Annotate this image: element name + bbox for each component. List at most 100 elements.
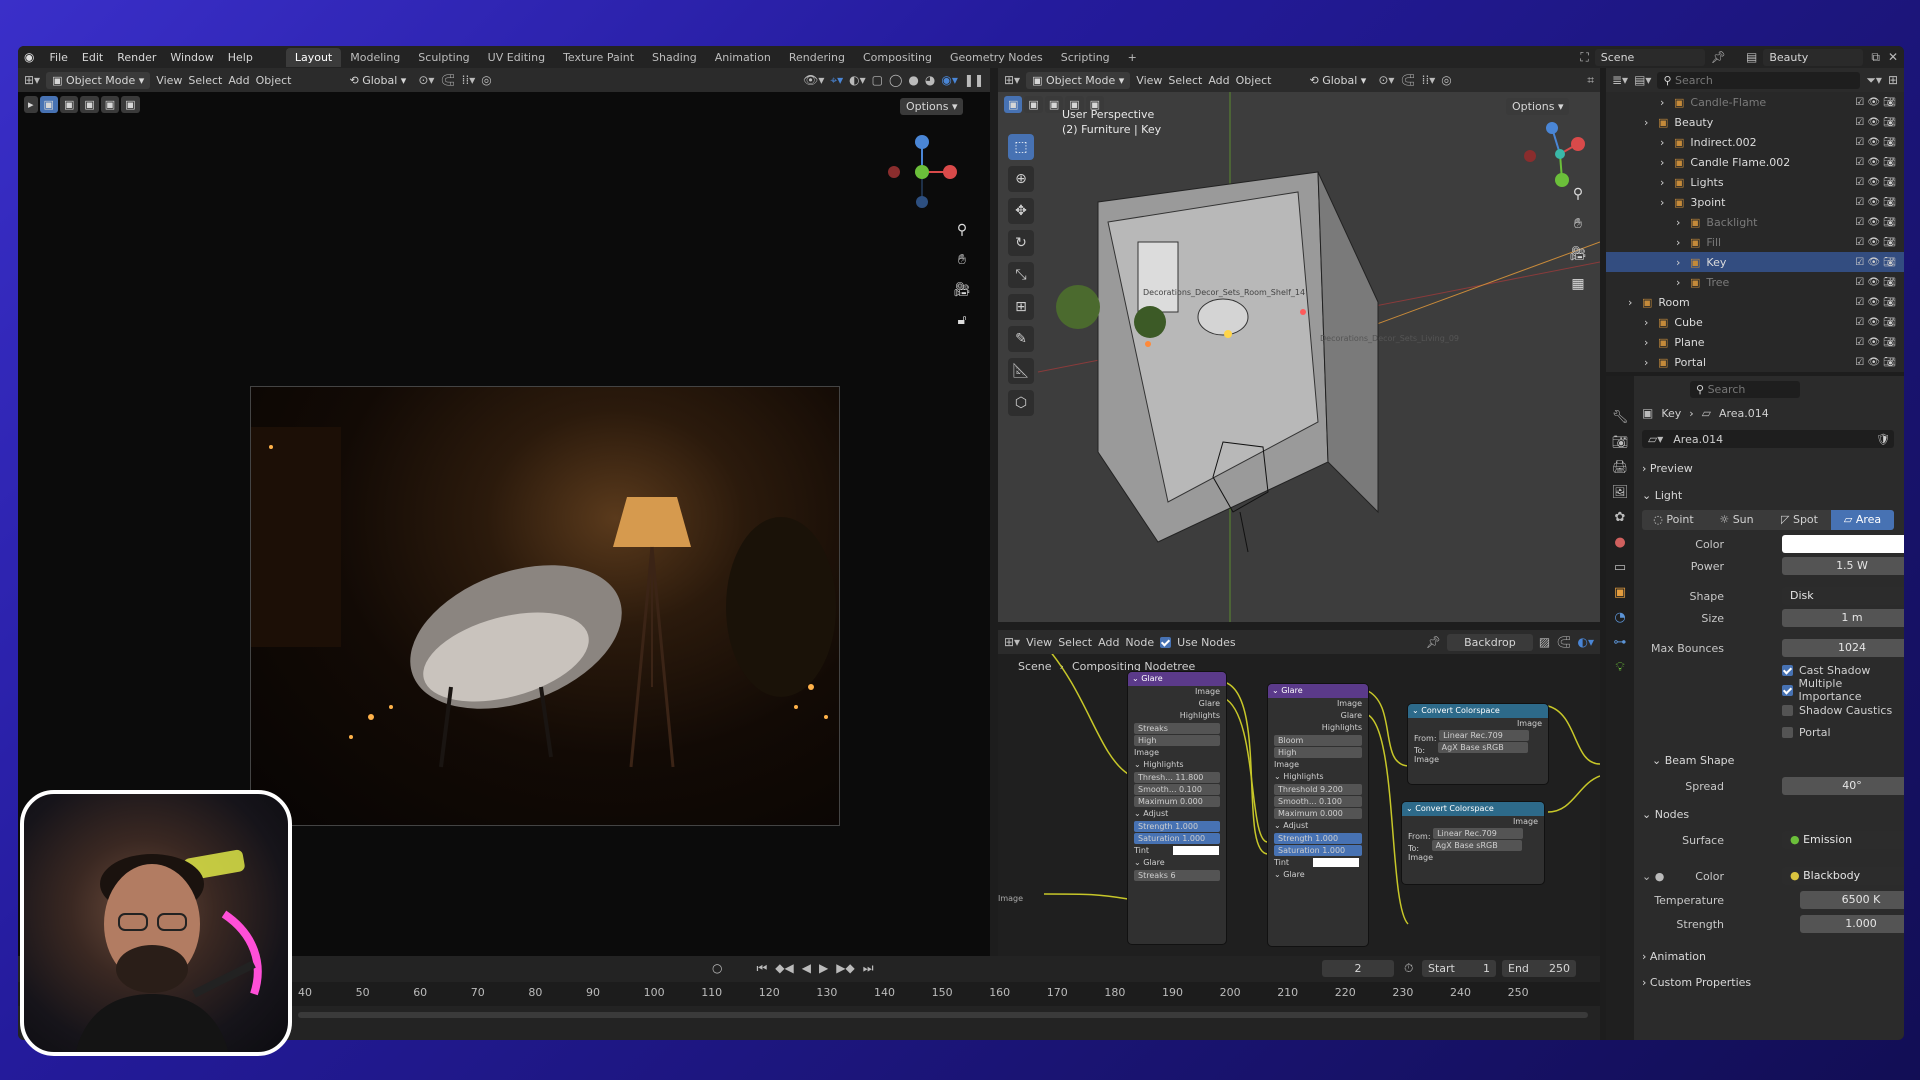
shading-material-icon[interactable]: ◕: [925, 74, 935, 86]
prev-keyframe-icon[interactable]: ◆◀: [775, 962, 793, 974]
color-swatch[interactable]: [1782, 535, 1904, 553]
glare1-quality[interactable]: High: [1134, 735, 1220, 746]
right-orientation-dropdown[interactable]: ⟲ Global ▾: [1303, 72, 1372, 89]
glare2-out-glare[interactable]: Glare: [1268, 710, 1368, 722]
pivot-icon[interactable]: ⊙▾: [418, 74, 434, 86]
scene-tab-icon[interactable]: ✿: [1615, 510, 1626, 525]
expand-arrow-icon[interactable]: ›: [1676, 256, 1690, 269]
right-menu-view[interactable]: View: [1136, 74, 1162, 87]
outliner-row[interactable]: › ▣ Backlight ☑ 👁︎ 📷︎: [1606, 212, 1904, 232]
select-box-invert-icon[interactable]: ▣: [100, 96, 120, 113]
view-layer-selector[interactable]: Beauty: [1763, 48, 1864, 66]
select-box-extend-icon[interactable]: ▣: [59, 96, 79, 113]
outliner-row[interactable]: › ▣ Candle-Flame ☑ 👁︎ 📷︎: [1606, 92, 1904, 112]
convert1-to[interactable]: To: AgX Base sRGB: [1408, 742, 1548, 754]
camera-view-icon-2[interactable]: 🎥︎: [1566, 242, 1590, 266]
outliner-row[interactable]: › ▣ Lights ☑ 👁︎ 📷︎: [1606, 172, 1904, 192]
visibility-toggles-icon[interactable]: ☑ 👁︎ 📷︎: [1855, 137, 1896, 148]
outliner-row[interactable]: › ▣ Beauty ☑ 👁︎ 📷︎: [1606, 112, 1904, 132]
play-reverse-icon[interactable]: ◀: [802, 962, 811, 974]
overlay-node-icon[interactable]: ◐▾: [1578, 636, 1595, 648]
convert1-input[interactable]: Image: [1408, 754, 1548, 766]
snap-target-icon[interactable]: ⁞⁞▾: [462, 74, 476, 86]
pin-icon[interactable]: 📌︎: [1711, 51, 1726, 63]
glare2-smooth[interactable]: Smooth... 0.100: [1274, 796, 1362, 807]
output-tab-icon[interactable]: 🖨︎: [1612, 460, 1629, 475]
glare2-out-image[interactable]: Image: [1268, 698, 1368, 710]
glare1-type[interactable]: Streaks: [1134, 723, 1220, 734]
collection-tab-icon[interactable]: ▭: [1614, 560, 1626, 575]
expand-arrow-icon[interactable]: ›: [1676, 276, 1690, 289]
shading-rendered-icon[interactable]: ◉▾: [941, 74, 958, 86]
max-bounces-field[interactable]: 1024: [1782, 639, 1904, 657]
editor-type-icon[interactable]: ⊞▾: [24, 74, 40, 86]
expand-arrow-icon[interactable]: ›: [1660, 136, 1674, 149]
convert-colorspace-node-2[interactable]: ⌄ Convert Colorspace Image From: Linear …: [1402, 802, 1544, 884]
snap-icon[interactable]: 🧲︎: [440, 74, 455, 86]
spread-field[interactable]: 40°: [1782, 777, 1904, 795]
play-icon[interactable]: ▶: [819, 962, 828, 974]
expand-arrow-icon[interactable]: ›: [1676, 216, 1690, 229]
right-viewport[interactable]: ▣ ▣ ▣ ▣ ▣ ⬚ ⊕ ✥ ↻ ⤡ ⊞ ✎ 📐︎ ⬡ User Perspe…: [998, 92, 1600, 622]
shading-solid-icon[interactable]: ●: [908, 74, 918, 86]
datablock-selector[interactable]: ▱▾ Area.014 🛡︎: [1642, 430, 1894, 448]
outliner-row[interactable]: › ▣ Key ☑ 👁︎ 📷︎: [1606, 252, 1904, 272]
workspace-tab-scripting[interactable]: Scripting: [1052, 48, 1119, 67]
outliner-editor-icon[interactable]: ≣▾: [1612, 74, 1628, 86]
glare1-smooth[interactable]: Smooth... 0.100: [1134, 784, 1220, 795]
workspace-tab-layout[interactable]: Layout: [285, 47, 342, 67]
convert1-from[interactable]: From: Linear Rec.709: [1408, 730, 1548, 742]
multiple-importance-checkbox[interactable]: Multiple Importance: [1782, 677, 1904, 703]
workspace-tab-shading[interactable]: Shading: [643, 48, 706, 67]
overlay-icon[interactable]: ◐▾: [849, 74, 866, 86]
strength-field[interactable]: 1.000: [1800, 915, 1904, 933]
outliner-row[interactable]: › ▣ Tree ☑ 👁︎ 📷︎: [1606, 272, 1904, 292]
glare1-out-image[interactable]: Image: [1128, 686, 1226, 698]
new-collection-icon[interactable]: ⊞: [1888, 74, 1898, 86]
glare2-saturation[interactable]: Saturation 1.000: [1274, 845, 1362, 856]
power-field[interactable]: 1.5 W: [1782, 557, 1904, 575]
glare1-saturation[interactable]: Saturation 1.000: [1134, 833, 1220, 844]
size-field[interactable]: 1 m: [1782, 609, 1904, 627]
record-icon[interactable]: ○: [712, 962, 722, 974]
jump-start-icon[interactable]: ⏮: [756, 962, 767, 974]
surface-field[interactable]: ● Emission: [1782, 831, 1904, 849]
custom-properties-panel-header[interactable]: › Custom Properties: [1642, 976, 1751, 989]
jump-end-icon[interactable]: ⏭: [863, 962, 874, 974]
fake-user-icon[interactable]: 🛡︎: [1876, 433, 1890, 446]
visibility-toggles-icon[interactable]: ☑ 👁︎ 📷︎: [1855, 117, 1896, 128]
properties-editor[interactable]: 🔧︎ 📷︎ 🖨︎ 🖼︎ ✿ ● ▭ ▣ ◔ ⊶ 💡︎ ⚲ Search ▣ Ke…: [1606, 376, 1904, 1040]
view-layer-icon[interactable]: ▤: [1746, 51, 1757, 63]
visibility-toggles-icon[interactable]: ☑ 👁︎ 📷︎: [1855, 337, 1896, 348]
pan-hand-icon[interactable]: ✋︎: [950, 248, 974, 272]
expand-arrow-icon[interactable]: ›: [1660, 96, 1674, 109]
left-menu-select[interactable]: Select: [188, 74, 222, 87]
world-tab-icon[interactable]: ●: [1614, 535, 1625, 550]
workspace-tab-animation[interactable]: Animation: [706, 48, 780, 67]
visibility-toggles-icon[interactable]: ☑ 👁︎ 📷︎: [1855, 237, 1896, 248]
gizmo-icon[interactable]: ⌖▾: [830, 74, 843, 86]
proportional-icon-2[interactable]: ◎: [1441, 74, 1451, 86]
right-menu-object[interactable]: Object: [1236, 74, 1272, 87]
select-box-intersect-icon[interactable]: ▣: [121, 96, 140, 113]
glare1-tint[interactable]: Tint: [1128, 845, 1226, 857]
nodes-panel-header[interactable]: ⌄ Nodes: [1642, 808, 1689, 821]
copy-layer-icon[interactable]: ⧉: [1871, 51, 1880, 63]
outliner-display-icon[interactable]: ▤▾: [1634, 74, 1651, 86]
grid-view-icon[interactable]: ▦: [1566, 272, 1590, 296]
compositor-editor-icon[interactable]: ⊞▾: [1004, 636, 1020, 648]
menu-help[interactable]: Help: [221, 51, 260, 64]
portal-checkbox[interactable]: Portal: [1782, 722, 1904, 742]
left-orientation-dropdown[interactable]: ⟲ Global ▾: [343, 72, 412, 89]
expand-arrow-icon[interactable]: ›: [1660, 156, 1674, 169]
axis-gizmo-2[interactable]: [1524, 118, 1594, 188]
outliner-row[interactable]: › ▣ 3point ☑ 👁︎ 📷︎: [1606, 192, 1904, 212]
editor-type-icon-2[interactable]: ⊞▾: [1004, 74, 1020, 86]
outliner-row[interactable]: › ▣ Room ☑ 👁︎ 📷︎: [1606, 292, 1904, 312]
proportional-icon[interactable]: ◎: [481, 74, 491, 86]
expand-arrow-icon[interactable]: ›: [1644, 336, 1658, 349]
use-nodes-checkbox[interactable]: Use Nodes: [1160, 636, 1236, 649]
light-data-tab-icon[interactable]: 💡︎: [1615, 660, 1624, 675]
left-mode-dropdown[interactable]: ▣ Object Mode ▾: [46, 71, 151, 89]
expand-arrow-icon[interactable]: ›: [1628, 296, 1642, 309]
